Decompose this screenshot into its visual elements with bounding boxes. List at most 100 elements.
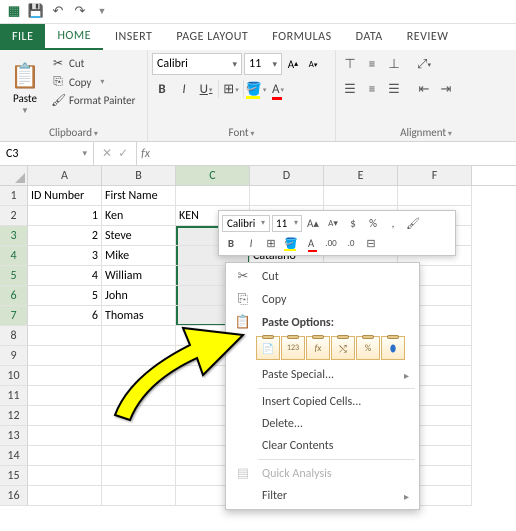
- cell[interactable]: 6: [28, 306, 102, 326]
- ctx-filter[interactable]: Filter: [226, 485, 419, 507]
- undo-icon[interactable]: ↶: [48, 2, 68, 22]
- tab-review[interactable]: REVIEW: [395, 24, 461, 50]
- mini-italic[interactable]: I: [242, 234, 260, 252]
- mini-inc-decimal[interactable]: .00: [322, 234, 340, 252]
- ctx-cut[interactable]: ✂Cut: [226, 265, 419, 288]
- row-header-12[interactable]: 12: [0, 406, 28, 426]
- cell[interactable]: [102, 406, 176, 426]
- row-header-3[interactable]: 3: [0, 226, 28, 246]
- mini-decrease-font[interactable]: A▾: [324, 214, 342, 232]
- cell[interactable]: [102, 346, 176, 366]
- increase-font-button[interactable]: A▴: [284, 53, 302, 75]
- fill-color-button[interactable]: 🪣▾: [246, 78, 266, 100]
- cell[interactable]: John: [102, 286, 176, 306]
- save-icon[interactable]: 💾: [26, 2, 46, 22]
- align-center-button[interactable]: ≡: [362, 78, 382, 100]
- cell[interactable]: [28, 346, 102, 366]
- row-header-16[interactable]: 16: [0, 486, 28, 506]
- paste-transpose-button[interactable]: ⤭: [331, 336, 355, 360]
- name-box[interactable]: C3: [0, 142, 94, 165]
- cell[interactable]: [28, 386, 102, 406]
- ctx-clear[interactable]: Clear Contents: [226, 435, 419, 457]
- paste-values-button[interactable]: 123: [281, 336, 305, 360]
- mini-format-painter[interactable]: 🖌: [404, 214, 422, 232]
- cell[interactable]: [28, 466, 102, 486]
- row-header-13[interactable]: 13: [0, 426, 28, 446]
- cell[interactable]: Mike: [102, 246, 176, 266]
- align-middle-button[interactable]: ≡: [362, 53, 382, 75]
- tab-data[interactable]: DATA: [344, 24, 395, 50]
- cell[interactable]: Ken: [102, 206, 176, 226]
- row-header-11[interactable]: 11: [0, 386, 28, 406]
- font-size-select[interactable]: 11: [244, 53, 282, 75]
- redo-icon[interactable]: ↷: [70, 2, 90, 22]
- col-header-e[interactable]: E: [324, 166, 398, 185]
- cell[interactable]: [176, 186, 250, 206]
- row-header-10[interactable]: 10: [0, 366, 28, 386]
- cell[interactable]: ID Number: [28, 186, 102, 206]
- cell[interactable]: 3: [28, 246, 102, 266]
- decrease-font-button[interactable]: A▾: [304, 53, 322, 75]
- copy-button[interactable]: ⎘Copy▾: [48, 74, 138, 90]
- cell[interactable]: [398, 186, 472, 206]
- align-right-button[interactable]: ☰: [384, 78, 404, 100]
- tab-file[interactable]: FILE: [0, 24, 45, 50]
- bold-button[interactable]: B: [152, 78, 172, 100]
- mini-border[interactable]: ⊞: [262, 234, 280, 252]
- cell[interactable]: [102, 366, 176, 386]
- increase-indent-button[interactable]: ⇥: [436, 78, 456, 100]
- row-header-9[interactable]: 9: [0, 346, 28, 366]
- tab-insert[interactable]: INSERT: [103, 24, 164, 50]
- border-button[interactable]: ⊞▾: [221, 78, 241, 100]
- cell[interactable]: [28, 486, 102, 506]
- ctx-delete[interactable]: Delete...: [226, 413, 419, 435]
- mini-currency-button[interactable]: $: [344, 214, 362, 232]
- align-top-button[interactable]: ⊤: [340, 53, 360, 75]
- fx-icon[interactable]: fx: [136, 142, 154, 165]
- cell[interactable]: [324, 186, 398, 206]
- mini-comma-button[interactable]: ,: [384, 214, 402, 232]
- cell[interactable]: 2: [28, 226, 102, 246]
- cell[interactable]: [28, 366, 102, 386]
- cell[interactable]: [28, 426, 102, 446]
- font-name-select[interactable]: Calibri: [152, 53, 242, 75]
- format-painter-button[interactable]: 🖌Format Painter: [48, 92, 138, 109]
- col-header-b[interactable]: B: [102, 166, 176, 185]
- row-header-15[interactable]: 15: [0, 466, 28, 486]
- cell[interactable]: 1: [28, 206, 102, 226]
- tab-formulas[interactable]: FORMULAS: [260, 24, 343, 50]
- col-header-a[interactable]: A: [28, 166, 102, 185]
- cell[interactable]: William: [102, 266, 176, 286]
- cell[interactable]: [102, 386, 176, 406]
- decrease-indent-button[interactable]: ⇤: [414, 78, 434, 100]
- row-header-7[interactable]: 7: [0, 306, 28, 326]
- cell[interactable]: [102, 326, 176, 346]
- mini-size-select[interactable]: 11: [272, 215, 302, 232]
- cell[interactable]: 4: [28, 266, 102, 286]
- mini-dec-decimal[interactable]: .0: [342, 234, 360, 252]
- ctx-paste-special[interactable]: Paste Special...: [226, 364, 419, 386]
- tab-page-layout[interactable]: PAGE LAYOUT: [164, 24, 260, 50]
- mini-merge[interactable]: ⊟: [362, 234, 380, 252]
- col-header-f[interactable]: F: [398, 166, 472, 185]
- cell[interactable]: Steve: [102, 226, 176, 246]
- qat-dropdown-icon[interactable]: ▼: [92, 2, 112, 22]
- cell[interactable]: [28, 406, 102, 426]
- cut-button[interactable]: ✂Cut: [48, 55, 138, 72]
- cell[interactable]: [250, 186, 324, 206]
- align-bottom-button[interactable]: ⊥: [384, 53, 404, 75]
- mini-percent-button[interactable]: %: [364, 214, 382, 232]
- row-header-5[interactable]: 5: [0, 266, 28, 286]
- mini-font-color[interactable]: A: [302, 234, 320, 252]
- italic-button[interactable]: I: [174, 78, 194, 100]
- cell[interactable]: 5: [28, 286, 102, 306]
- row-header-1[interactable]: 1: [0, 186, 28, 206]
- row-header-6[interactable]: 6: [0, 286, 28, 306]
- cell[interactable]: First Name: [102, 186, 176, 206]
- ctx-copy[interactable]: ⎘Copy: [226, 288, 419, 311]
- align-left-button[interactable]: ☰: [340, 78, 360, 100]
- cell[interactable]: Thomas: [102, 306, 176, 326]
- cell[interactable]: [102, 446, 176, 466]
- cell[interactable]: [28, 446, 102, 466]
- cell[interactable]: [28, 326, 102, 346]
